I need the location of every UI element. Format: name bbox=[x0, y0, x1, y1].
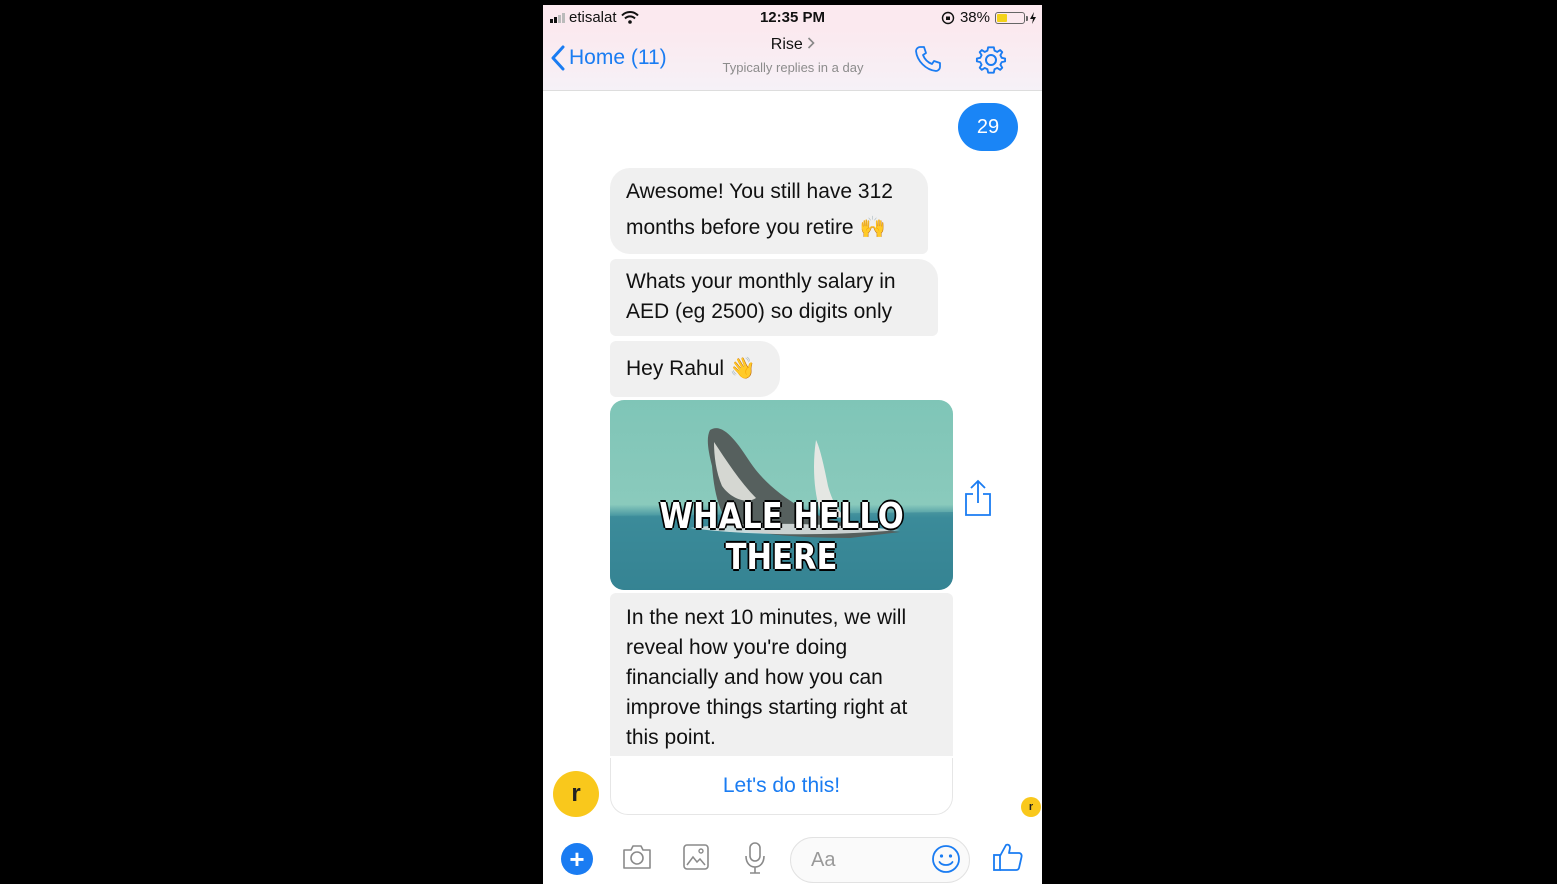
sent-message: 29 bbox=[958, 103, 1018, 151]
camera-button[interactable] bbox=[621, 843, 653, 876]
call-button[interactable] bbox=[913, 44, 943, 79]
gif-attachment[interactable]: WHALE HELLO THERE bbox=[610, 400, 953, 590]
settings-button[interactable] bbox=[975, 44, 1007, 81]
received-message: Awesome! You still have 312 months befor… bbox=[610, 168, 928, 254]
lets-do-this-button[interactable]: Let's do this! bbox=[610, 758, 953, 815]
thumbs-up-icon bbox=[993, 843, 1023, 871]
messenger-screen: etisalat 12:35 PM 38% Home (11) Rise Typ… bbox=[543, 5, 1042, 884]
reply-time: Typically replies in a day bbox=[722, 60, 864, 75]
received-message: In the next 10 minutes, we will reveal h… bbox=[610, 593, 953, 756]
input-placeholder: Aa bbox=[811, 848, 836, 871]
like-button[interactable] bbox=[992, 841, 1024, 878]
phone-icon bbox=[915, 46, 941, 72]
status-bar: etisalat 12:35 PM 38% bbox=[543, 5, 1042, 30]
charging-icon bbox=[1030, 11, 1036, 24]
gallery-button[interactable] bbox=[682, 843, 710, 876]
bot-avatar[interactable]: r bbox=[553, 771, 599, 817]
plus-icon: + bbox=[569, 843, 585, 874]
share-button[interactable] bbox=[963, 479, 993, 522]
conversation-header: Home (11) Rise Typically replies in a da… bbox=[543, 30, 1042, 91]
battery-icon bbox=[995, 11, 1028, 24]
camera-icon bbox=[623, 845, 651, 869]
contact-info[interactable]: Rise Typically replies in a day bbox=[693, 36, 893, 75]
received-message: Hey Rahul 👋 bbox=[610, 341, 780, 397]
message-composer: + Aa bbox=[543, 819, 1042, 884]
share-icon bbox=[965, 479, 991, 516]
smiley-icon bbox=[932, 845, 960, 873]
emoji-button[interactable] bbox=[931, 844, 961, 879]
received-message: Whats your monthly salary in AED (eg 250… bbox=[610, 259, 938, 336]
back-label: Home (11) bbox=[569, 46, 667, 69]
read-receipt-avatar: r bbox=[1021, 797, 1041, 817]
image-icon bbox=[683, 844, 709, 870]
chevron-left-icon bbox=[551, 45, 565, 71]
voice-button[interactable] bbox=[744, 841, 766, 880]
chevron-right-icon bbox=[808, 37, 815, 49]
gear-icon bbox=[975, 46, 1007, 74]
back-button[interactable]: Home (11) bbox=[551, 45, 667, 71]
message-thread: 29 Awesome! You still have 312 months be… bbox=[543, 91, 1042, 818]
microphone-icon bbox=[745, 842, 765, 874]
battery-percent: 38% bbox=[959, 9, 990, 26]
contact-name: Rise bbox=[770, 36, 803, 53]
orientation-lock-icon bbox=[941, 11, 955, 24]
gif-caption: WHALE HELLO THERE bbox=[659, 496, 904, 578]
add-button[interactable]: + bbox=[561, 843, 593, 875]
